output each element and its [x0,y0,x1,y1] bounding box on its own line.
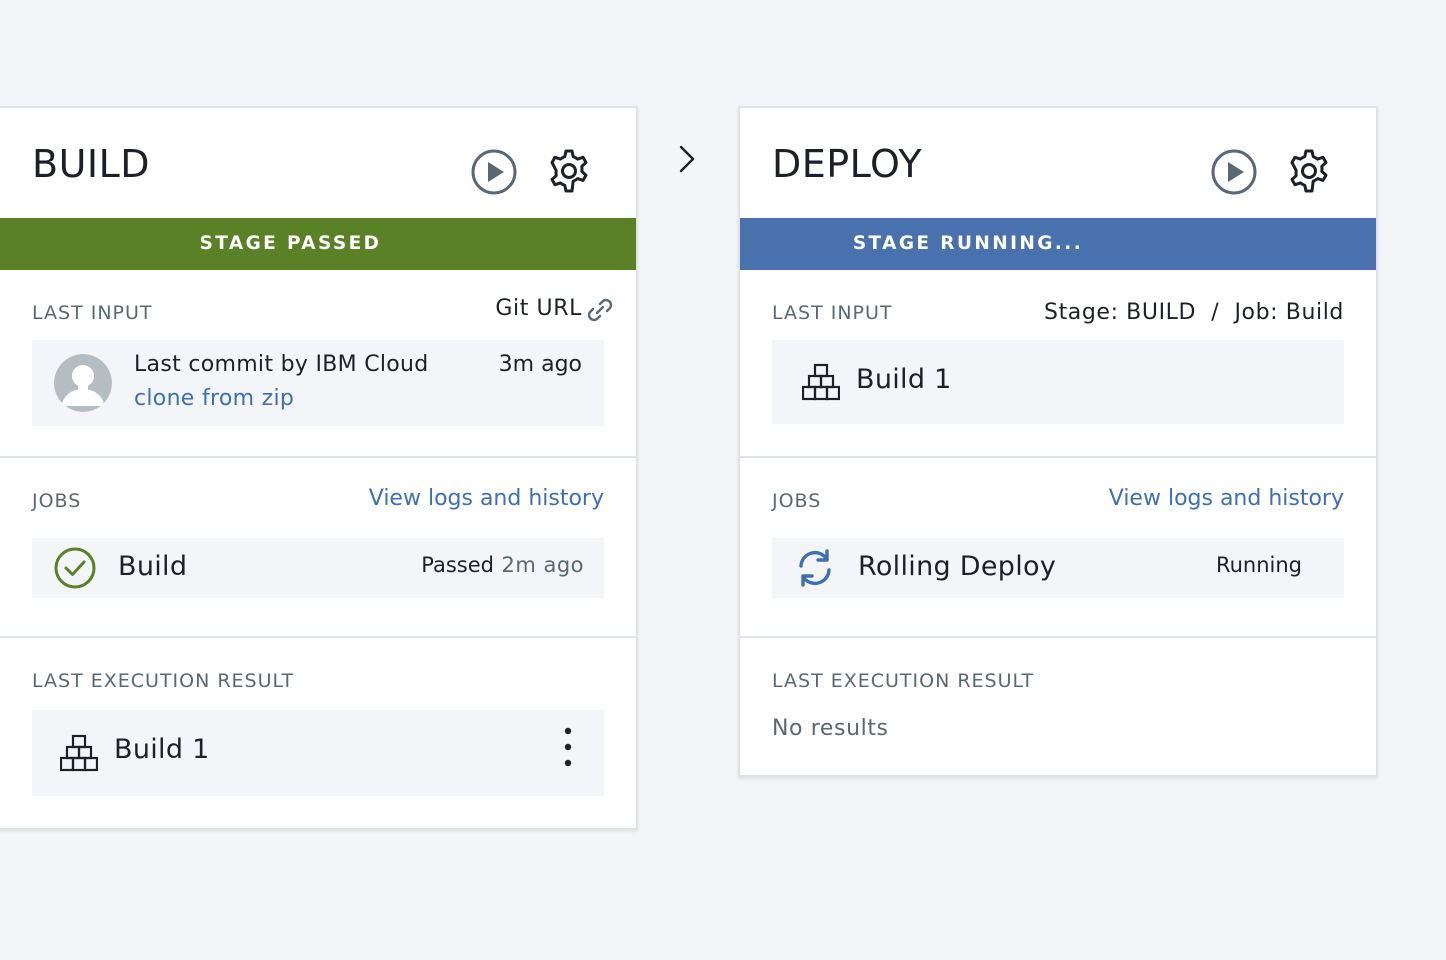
build-artifact-icon [60,734,98,772]
chevron-right-icon [679,145,695,173]
last-execution-label: LAST EXECUTION RESULT [32,670,295,692]
stage-title: BUILD [32,142,151,186]
overflow-menu-icon[interactable] [560,726,576,768]
no-results-text: No results [772,716,889,741]
last-execution-label: LAST EXECUTION RESULT [772,670,1035,692]
job-name: Build [118,551,188,582]
last-input-label: LAST INPUT [32,302,153,324]
run-stage-icon[interactable] [1210,148,1258,196]
stage-header: DEPLOY [740,108,1376,218]
view-logs-link[interactable]: View logs and history [1109,486,1344,511]
job-status: Running [1215,553,1302,577]
job-status: Passed [421,553,494,577]
stage-status-bar: STAGE PASSED [0,218,636,270]
commit-text: Last commit by IBM Cloud [134,352,429,377]
jobs-section: JOBS View logs and history Rolling Deplo… [740,458,1376,638]
stage-settings-icon[interactable] [1285,147,1333,195]
execution-result-tile[interactable]: Build 1 [32,710,604,796]
stage-header: BUILD [0,108,636,218]
deploy-stage-card: DEPLOY STAGE RUNNING... LAST INPUT Stage… [738,106,1378,777]
build-stage-card: BUILD STAGE PASSED LAST INPUT Git URL La… [0,106,638,830]
sync-icon [799,549,831,587]
last-input-section: LAST INPUT Git URL Last commit by IBM Cl… [0,270,636,458]
input-artifact-name: Build 1 [856,364,952,395]
job-time: 2m ago [501,553,584,577]
last-input-label: LAST INPUT [772,302,893,324]
jobs-label: JOBS [32,490,82,512]
commit-time: 3m ago [498,352,582,377]
stage-title: DEPLOY [772,142,923,186]
jobs-label: JOBS [772,490,822,512]
commit-tile: Last commit by IBM Cloud clone from zip … [32,340,604,426]
commit-link[interactable]: clone from zip [134,386,294,411]
last-execution-section: LAST EXECUTION RESULT Build 1 [0,638,636,828]
check-circle-icon [54,547,96,589]
view-logs-link[interactable]: View logs and history [369,486,604,511]
last-execution-section: LAST EXECUTION RESULT No results [740,638,1376,778]
run-stage-icon[interactable] [470,148,518,196]
input-source-label: Stage: BUILD / Job: Build [1044,300,1344,325]
job-row[interactable]: Build Passed 2m ago [32,538,604,598]
last-input-section: LAST INPUT Stage: BUILD / Job: Build Bui… [740,270,1376,458]
build-artifact-icon [802,363,840,401]
stage-status-bar: STAGE RUNNING... [740,218,1376,270]
stage-settings-icon[interactable] [545,147,593,195]
link-icon[interactable] [584,296,616,324]
git-url-label: Git URL [495,296,582,321]
execution-result-name: Build 1 [114,734,210,765]
job-row[interactable]: Rolling Deploy Running [772,538,1344,598]
avatar [54,354,112,412]
input-artifact-tile[interactable]: Build 1 [772,340,1344,424]
job-name: Rolling Deploy [858,551,1057,582]
jobs-section: JOBS View logs and history Build Passed … [0,458,636,638]
